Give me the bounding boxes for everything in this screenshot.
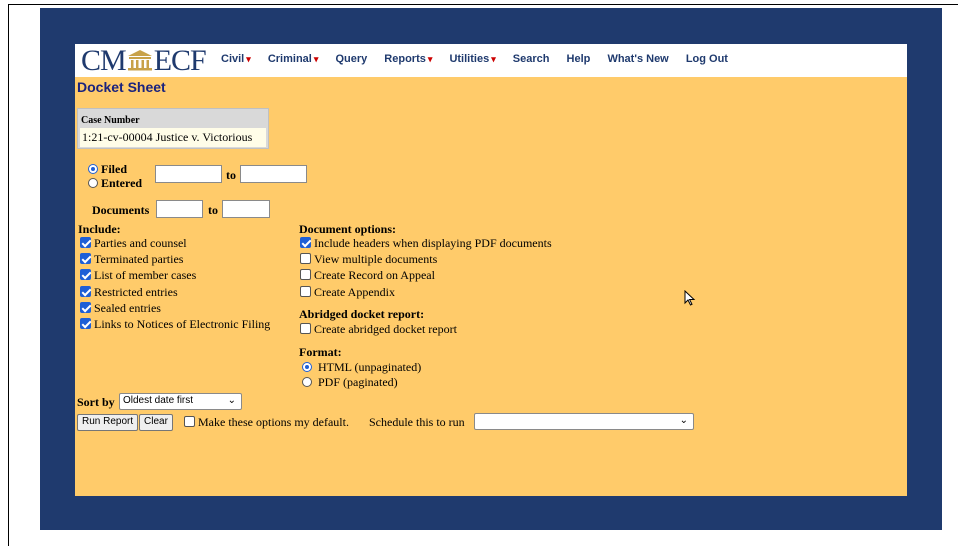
case-number-value: 1:21-cv-00004 Justice v. Victorious bbox=[80, 128, 266, 147]
make-default-checkbox[interactable] bbox=[184, 416, 195, 427]
menu-civil[interactable]: Civil ▾ bbox=[221, 53, 251, 65]
dropdown-caret-icon: ▾ bbox=[427, 54, 433, 64]
document-option-label: Include headers when displaying PDF docu… bbox=[314, 236, 552, 250]
include-label: Restricted entries bbox=[94, 284, 178, 299]
entered-radio-row[interactable]: Entered bbox=[88, 176, 142, 191]
run-report-button[interactable]: Run Report bbox=[77, 414, 139, 431]
include-label: List of member cases bbox=[94, 268, 197, 283]
document-option-checkbox[interactable] bbox=[300, 285, 311, 297]
document-option-checkbox[interactable] bbox=[300, 237, 311, 248]
abridged-option[interactable]: Create abridged docket report bbox=[300, 322, 457, 337]
document-options-heading: Document options: bbox=[299, 222, 397, 236]
document-option-option[interactable]: Create Appendix bbox=[300, 285, 395, 300]
include-option[interactable]: Restricted entries bbox=[80, 285, 178, 300]
date-to-input[interactable] bbox=[240, 165, 307, 183]
format-html-option[interactable]: HTML (unpaginated) bbox=[302, 360, 421, 375]
include-heading: Include: bbox=[78, 222, 121, 236]
mouse-pointer-icon bbox=[684, 290, 696, 306]
include-checkbox[interactable] bbox=[80, 253, 91, 265]
include-checkbox[interactable] bbox=[80, 301, 91, 313]
include-option[interactable]: Links to Notices of Electronic Filing bbox=[80, 317, 270, 332]
format-html-radio[interactable] bbox=[302, 362, 312, 372]
sort-by-select[interactable]: Oldest date first ⌄ bbox=[119, 393, 242, 410]
format-heading: Format: bbox=[299, 345, 342, 359]
make-default-option[interactable]: Make these options my default. bbox=[184, 415, 349, 430]
date-to-label: to bbox=[226, 168, 236, 182]
documents-to-label: to bbox=[208, 203, 218, 217]
schedule-label: Schedule this to run bbox=[369, 415, 465, 429]
sort-by-label: Sort by bbox=[77, 395, 115, 409]
document-option-option[interactable]: Include headers when displaying PDF docu… bbox=[300, 236, 552, 251]
clear-button[interactable]: Clear bbox=[139, 414, 173, 431]
chevron-down-icon: ⌄ bbox=[679, 415, 688, 426]
document-option-option[interactable]: Create Record on Appeal bbox=[300, 268, 435, 283]
chevron-down-icon: ⌄ bbox=[227, 395, 236, 406]
dropdown-caret-icon: ▾ bbox=[313, 54, 319, 64]
include-option[interactable]: Sealed entries bbox=[80, 301, 161, 316]
case-number-box: Case Number 1:21-cv-00004 Justice v. Vic… bbox=[77, 108, 269, 149]
documents-from-input[interactable] bbox=[156, 200, 203, 218]
abridged-checkbox[interactable] bbox=[300, 323, 311, 334]
include-checkbox[interactable] bbox=[80, 285, 91, 297]
document-option-label: Create Record on Appeal bbox=[314, 268, 435, 283]
date-from-input[interactable] bbox=[155, 165, 222, 183]
menu-search[interactable]: Search bbox=[513, 53, 550, 65]
include-checkbox[interactable] bbox=[80, 237, 91, 248]
include-checkbox[interactable] bbox=[80, 269, 91, 281]
menu-reports[interactable]: Reports ▾ bbox=[384, 53, 432, 65]
include-option[interactable]: Parties and counsel bbox=[80, 236, 187, 251]
dropdown-caret-icon: ▾ bbox=[246, 54, 251, 64]
schedule-select[interactable]: ⌄ bbox=[474, 413, 694, 430]
menu-whats-new[interactable]: What's New bbox=[607, 53, 668, 65]
menu-utilities[interactable]: Utilities ▾ bbox=[449, 53, 495, 65]
include-checkbox[interactable] bbox=[80, 318, 91, 329]
case-number-label: Case Number bbox=[81, 115, 140, 126]
menu-help[interactable]: Help bbox=[567, 53, 591, 65]
format-pdf-option[interactable]: PDF (paginated) bbox=[302, 375, 398, 390]
filed-radio-row[interactable]: Filed bbox=[88, 162, 127, 177]
cmecf-logo: CM ECF bbox=[81, 44, 207, 77]
courthouse-icon bbox=[127, 50, 152, 71]
include-label: Parties and counsel bbox=[94, 236, 187, 250]
document-option-label: View multiple documents bbox=[314, 252, 438, 267]
menu-query[interactable]: Query bbox=[335, 53, 367, 65]
document-option-label: Create Appendix bbox=[314, 284, 395, 299]
filed-radio[interactable] bbox=[88, 164, 98, 174]
document-option-checkbox[interactable] bbox=[300, 253, 311, 265]
documents-to-input[interactable] bbox=[222, 200, 270, 218]
dropdown-caret-icon: ▾ bbox=[491, 54, 496, 64]
include-label: Links to Notices of Electronic Filing bbox=[94, 317, 271, 331]
nav-bar: CM ECF Civil ▾ Criminal ▾ Query Reports ▾ Ut… bbox=[75, 44, 907, 77]
include-label: Terminated parties bbox=[94, 252, 184, 267]
menu-criminal[interactable]: Criminal ▾ bbox=[268, 53, 319, 65]
menu-log-out[interactable]: Log Out bbox=[686, 53, 728, 65]
abridged-heading: Abridged docket report: bbox=[299, 307, 425, 321]
format-pdf-radio[interactable] bbox=[302, 377, 312, 387]
include-option[interactable]: List of member cases bbox=[80, 268, 196, 283]
documents-label: Documents bbox=[92, 203, 150, 217]
main-menu: Civil ▾ Criminal ▾ Query Reports ▾ Utilitie… bbox=[221, 53, 742, 65]
document-option-checkbox[interactable] bbox=[300, 269, 311, 281]
include-option[interactable]: Terminated parties bbox=[80, 252, 183, 267]
include-label: Sealed entries bbox=[94, 300, 161, 315]
entered-radio[interactable] bbox=[88, 178, 98, 188]
page-title: Docket Sheet bbox=[77, 79, 166, 95]
document-option-option[interactable]: View multiple documents bbox=[300, 252, 437, 267]
